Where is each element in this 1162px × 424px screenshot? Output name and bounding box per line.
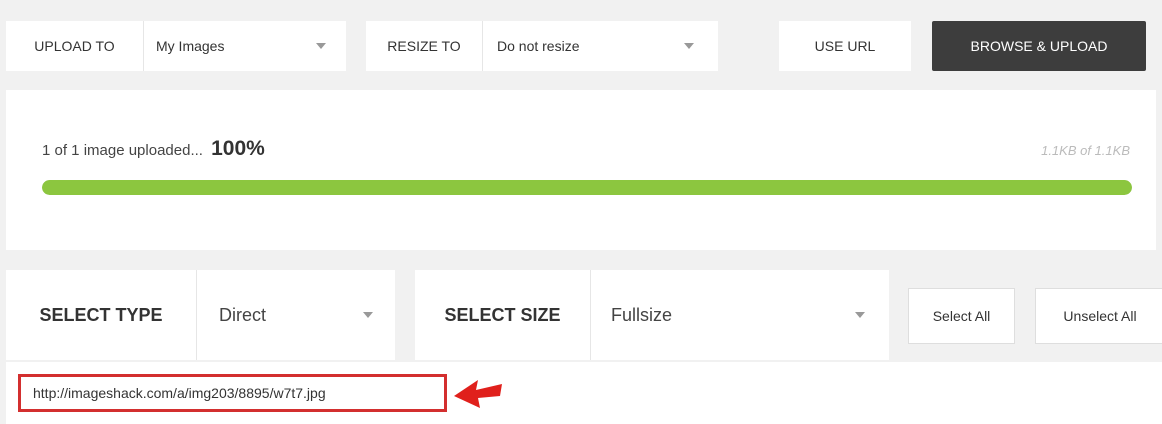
upload-to-value: My Images — [156, 38, 225, 54]
progress-bar-fill — [42, 180, 1132, 195]
upload-progress-panel — [6, 90, 1156, 250]
select-all-button[interactable]: Select All — [908, 288, 1015, 344]
resize-to-dropdown[interactable]: Do not resize — [483, 21, 718, 71]
chevron-down-icon — [684, 43, 694, 49]
resize-to-group: RESIZE TO Do not resize — [366, 21, 718, 71]
select-type-label: SELECT TYPE — [39, 304, 163, 325]
select-type-dropdown[interactable]: Direct — [197, 270, 395, 360]
upload-to-dropdown[interactable]: My Images — [144, 21, 346, 71]
select-size-label: SELECT SIZE — [444, 304, 561, 325]
resize-to-label: RESIZE TO — [387, 38, 461, 54]
arrow-left-icon — [454, 380, 502, 408]
upload-to-group: UPLOAD TO My Images — [6, 21, 346, 71]
browse-upload-button[interactable]: BROWSE & UPLOAD — [932, 21, 1146, 71]
chevron-down-icon — [855, 312, 865, 318]
select-type-group: SELECT TYPE Direct — [6, 270, 395, 360]
progress-status-text: 1 of 1 image uploaded... — [42, 142, 203, 159]
image-url-link[interactable]: http://imageshack.com/a/img203/8895/w7t7… — [18, 374, 447, 412]
select-size-dropdown[interactable]: Fullsize — [591, 270, 889, 360]
select-size-group: SELECT SIZE Fullsize — [415, 270, 889, 360]
unselect-all-button[interactable]: Unselect All — [1035, 288, 1162, 344]
select-type-value: Direct — [219, 304, 267, 325]
use-url-button[interactable]: USE URL — [779, 21, 911, 71]
select-size-value: Fullsize — [611, 304, 673, 325]
chevron-down-icon — [363, 312, 373, 318]
upload-to-label: UPLOAD TO — [34, 38, 115, 54]
progress-bar — [42, 180, 1132, 195]
resize-to-value: Do not resize — [497, 38, 580, 54]
progress-status: 1 of 1 image uploaded... 100% — [42, 137, 265, 161]
progress-percent: 100% — [211, 137, 265, 160]
chevron-down-icon — [316, 43, 326, 49]
progress-size: 1.1KB of 1.1KB — [1041, 143, 1130, 158]
